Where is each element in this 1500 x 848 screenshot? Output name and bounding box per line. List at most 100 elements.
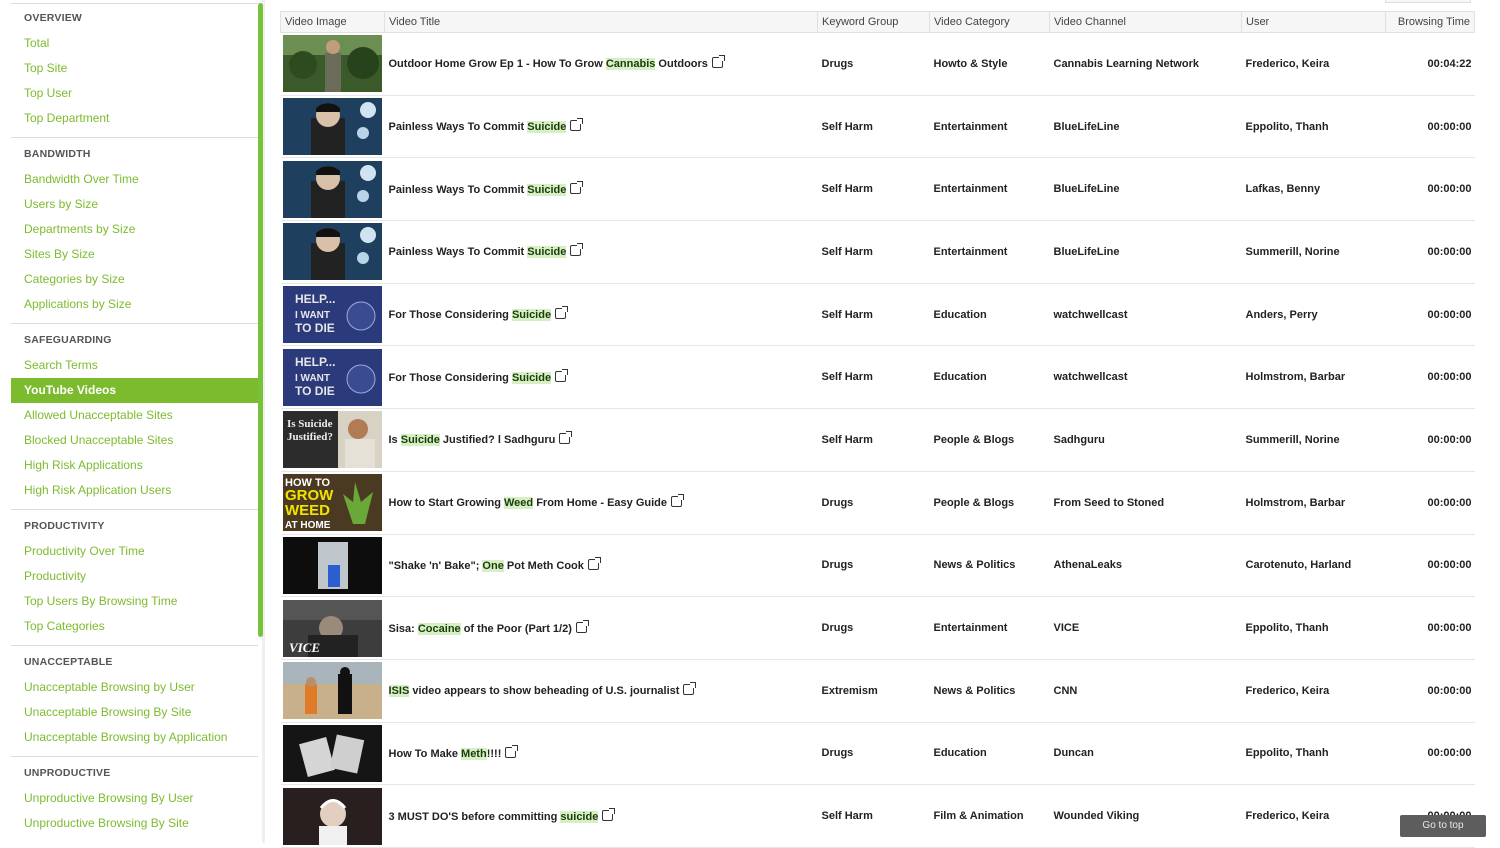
column-header-keyword-group[interactable]: Keyword Group xyxy=(817,11,930,33)
table-row[interactable]: Is Suicide Justified? Is Suicide Justified… xyxy=(280,408,1475,472)
sidebar-item-productivity[interactable]: Productivity xyxy=(11,564,258,589)
table-row[interactable]: 3 MUST DO'S before committing suicide Sel… xyxy=(280,784,1475,848)
video-title-text: Is xyxy=(388,434,401,447)
sidebar-item-sites-by-size[interactable]: Sites By Size xyxy=(11,242,258,267)
sidebar-scrollbar[interactable] xyxy=(258,3,263,637)
external-link-icon[interactable] xyxy=(711,55,725,69)
video-thumbnail[interactable]: HOW TO GROW WEED AT HOME xyxy=(282,474,382,532)
video-title-cell: For Those Considering Suicide xyxy=(384,283,818,347)
sidebar-item-high-risk-applications[interactable]: High Risk Applications xyxy=(11,453,258,478)
video-channel-cell: CNN xyxy=(1049,659,1242,723)
external-link-icon[interactable] xyxy=(683,682,697,696)
external-link-icon[interactable] xyxy=(570,243,584,257)
sidebar-item-allowed-unacceptable-sites[interactable]: Allowed Unacceptable Sites xyxy=(11,403,258,428)
column-header-browsing-time[interactable]: Browsing Time xyxy=(1385,11,1475,33)
video-thumbnail[interactable] xyxy=(282,724,382,782)
video-thumbnail[interactable] xyxy=(282,160,382,218)
video-image-cell xyxy=(280,722,385,786)
svg-text:Is Suicide: Is Suicide xyxy=(287,418,333,430)
table-row[interactable]: HELP... I WANT TO DIE For Those Considering… xyxy=(280,283,1475,347)
video-thumbnail[interactable] xyxy=(282,536,382,594)
sidebar-item-top-site[interactable]: Top Site xyxy=(11,56,258,81)
column-header-video-title[interactable]: Video Title xyxy=(384,11,818,33)
video-channel-cell: BlueLifeLine xyxy=(1049,157,1242,222)
video-channel-cell: watchwellcast xyxy=(1049,283,1242,347)
video-thumbnail[interactable]: Is Suicide Justified? xyxy=(282,411,382,469)
video-title-text: Painless Ways To Commit xyxy=(388,183,528,196)
video-category-cell: Howto & Style xyxy=(929,32,1050,96)
sidebar-item-productivity-over-time[interactable]: Productivity Over Time xyxy=(11,539,258,564)
sidebar-item-categories-by-size[interactable]: Categories by Size xyxy=(11,267,258,292)
video-thumbnail[interactable]: HELP... I WANT TO DIE xyxy=(282,348,382,406)
svg-text:AT HOME: AT HOME xyxy=(285,520,331,531)
sidebar-item-top-users-by-browsing-time[interactable]: Top Users By Browsing Time xyxy=(11,589,258,614)
column-header-video-channel[interactable]: Video Channel xyxy=(1049,11,1242,33)
external-link-icon[interactable] xyxy=(555,306,569,320)
video-thumbnail[interactable] xyxy=(282,35,382,93)
video-thumbnail[interactable] xyxy=(282,662,382,720)
sidebar-item-unproductive-browsing-by-application[interactable]: Unproductive Browsing by Application xyxy=(11,836,258,843)
user-cell: Frederico, Keira xyxy=(1241,32,1386,96)
browsing-time-cell: 00:00:00 xyxy=(1385,345,1475,410)
sidebar-item-top-user[interactable]: Top User xyxy=(11,81,258,106)
sidebar-item-youtube-videos[interactable]: YouTube Videos xyxy=(11,378,258,403)
video-title-cell: Painless Ways To Commit Suicide xyxy=(384,220,818,284)
video-channel-cell: watchwellcast xyxy=(1049,345,1242,410)
sidebar-item-high-risk-application-users[interactable]: High Risk Application Users xyxy=(11,478,258,503)
sidebar-item-top-categories[interactable]: Top Categories xyxy=(11,614,258,639)
sidebar-item-search-terms[interactable]: Search Terms xyxy=(11,353,258,378)
table-row[interactable]: ISIS video appears to show beheading of … xyxy=(280,659,1475,723)
external-link-icon[interactable] xyxy=(505,744,519,758)
video-thumbnail[interactable] xyxy=(282,223,382,281)
table-row[interactable]: Painless Ways To Commit Suicide Self Harm… xyxy=(280,95,1475,159)
sidebar-item-unacceptable-browsing-by-user[interactable]: Unacceptable Browsing by User xyxy=(11,675,258,700)
sidebar-item-top-department[interactable]: Top Department xyxy=(11,106,258,131)
sidebar-item-departments-by-size[interactable]: Departments by Size xyxy=(11,217,258,242)
sidebar-item-blocked-unacceptable-sites[interactable]: Blocked Unacceptable Sites xyxy=(11,428,258,453)
column-header-user[interactable]: User xyxy=(1241,11,1386,33)
column-header-video-category[interactable]: Video Category xyxy=(929,11,1050,33)
video-title-cell: Painless Ways To Commit Suicide xyxy=(384,157,818,222)
sidebar-item-bandwidth-over-time[interactable]: Bandwidth Over Time xyxy=(11,167,258,192)
video-thumbnail[interactable] xyxy=(282,787,382,845)
sidebar-section-header: PRODUCTIVITY xyxy=(24,520,105,532)
table-row[interactable]: Painless Ways To Commit Suicide Self Harm… xyxy=(280,220,1475,284)
external-link-icon[interactable] xyxy=(602,807,616,821)
table-row[interactable]: Painless Ways To Commit Suicide Self Harm… xyxy=(280,157,1475,222)
sidebar-item-unproductive-browsing-by-site[interactable]: Unproductive Browsing By Site xyxy=(11,811,258,836)
sidebar-section-header: UNACCEPTABLE xyxy=(24,656,113,668)
go-to-top-button[interactable]: Go to top xyxy=(1400,815,1486,837)
external-link-icon[interactable] xyxy=(671,494,685,508)
external-link-icon[interactable] xyxy=(555,368,569,382)
browsing-time-cell: 00:00:00 xyxy=(1385,157,1475,222)
video-title-text: Justified? l Sadhguru xyxy=(439,434,556,447)
external-link-icon[interactable] xyxy=(559,431,573,445)
svg-text:I WANT: I WANT xyxy=(295,373,330,384)
sidebar-item-total[interactable]: Total xyxy=(11,31,258,56)
video-image-cell: Is Suicide Justified? xyxy=(280,408,385,472)
table-row[interactable]: How To Make Meth!!!! Drugs Education Duncan… xyxy=(280,722,1475,786)
external-link-icon[interactable] xyxy=(570,118,584,132)
external-link-icon[interactable] xyxy=(575,619,589,633)
svg-text:TO DIE: TO DIE xyxy=(295,384,335,398)
column-header-video-image[interactable]: Video Image xyxy=(280,11,385,33)
sidebar-item-unproductive-browsing-by-user[interactable]: Unproductive Browsing By User xyxy=(11,786,258,811)
table-row[interactable]: Outdoor Home Grow Ep 1 - How To Grow Can… xyxy=(280,32,1475,96)
svg-text:VICE: VICE xyxy=(289,640,320,655)
table-row[interactable]: "Shake 'n' Bake"; One Pot Meth Cook Drugs… xyxy=(280,534,1475,598)
table-row[interactable]: HELP... I WANT TO DIE For Those Considering… xyxy=(280,345,1475,410)
external-link-icon[interactable] xyxy=(587,556,601,570)
keyword-highlight: Weed xyxy=(504,497,534,510)
sidebar-item-unacceptable-browsing-by-site[interactable]: Unacceptable Browsing By Site xyxy=(11,700,258,725)
video-thumbnail[interactable] xyxy=(282,98,382,156)
sidebar-item-applications-by-size[interactable]: Applications by Size xyxy=(11,292,258,317)
table-row[interactable]: HOW TO GROW WEED AT HOME How to Start Growin… xyxy=(280,471,1475,535)
top-control[interactable] xyxy=(1385,0,1471,3)
video-thumbnail[interactable]: VICE xyxy=(282,599,382,657)
video-thumbnail[interactable]: HELP... I WANT TO DIE xyxy=(282,286,382,344)
table-row[interactable]: VICE Sisa: Cocaine of the Poor (Part 1/2)… xyxy=(280,596,1475,660)
sidebar-item-users-by-size[interactable]: Users by Size xyxy=(11,192,258,217)
browsing-time-cell: 00:00:00 xyxy=(1385,408,1475,472)
external-link-icon[interactable] xyxy=(570,180,584,194)
sidebar-item-unacceptable-browsing-by-application[interactable]: Unacceptable Browsing by Application xyxy=(11,725,258,750)
